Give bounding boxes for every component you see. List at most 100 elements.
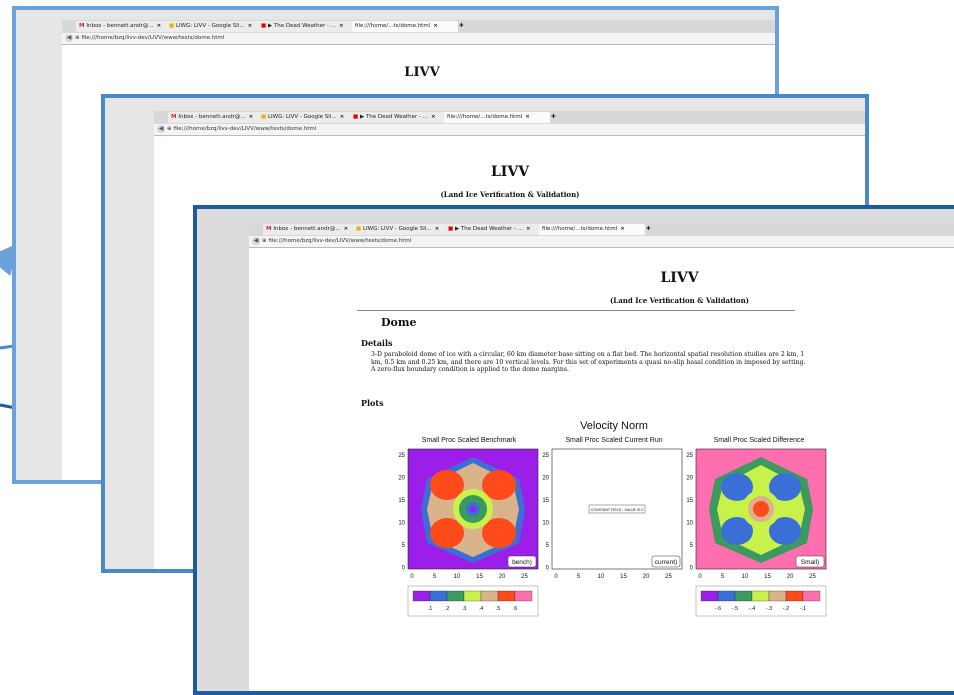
x-tick-label: 10 xyxy=(598,574,605,580)
legend-swatch xyxy=(429,590,448,602)
legend-swatch xyxy=(463,590,482,602)
legend-label: .1 xyxy=(428,606,433,612)
y-tick-label: 25 xyxy=(686,453,693,459)
page-subtitle: (Land Ice Verification & Validation) xyxy=(440,190,580,199)
contour-band xyxy=(753,501,769,517)
panel-label: bench) xyxy=(512,559,532,566)
tab-inbox[interactable]: M Inbox - bennett.andr@... × xyxy=(168,112,260,123)
plots-heading: Plots xyxy=(361,398,384,408)
screenshot-frame-3: M Inbox - bennett.andr@... × ■ LIWG: LIVV… xyxy=(193,205,954,695)
legend-label: -.5 xyxy=(732,606,738,612)
page-title: LIVV xyxy=(404,65,440,80)
figure-title: Velocity Norm xyxy=(580,420,648,432)
slides-icon: ■ xyxy=(169,23,176,29)
back-icon[interactable]: ◀ xyxy=(65,34,73,42)
legend-swatch xyxy=(734,590,753,602)
slides-icon: ■ xyxy=(261,114,268,120)
close-icon[interactable]: × xyxy=(435,226,440,232)
page-title: LIVV xyxy=(490,164,530,180)
legend-label: .3 xyxy=(462,606,467,612)
legend-label: .2 xyxy=(445,606,450,612)
legend-swatch xyxy=(785,590,804,602)
close-icon[interactable]: × xyxy=(249,114,254,120)
close-icon[interactable]: × xyxy=(433,23,438,29)
x-tick-label: 0 xyxy=(698,574,702,580)
close-icon[interactable]: × xyxy=(339,23,344,29)
tab-bar: M Inbox - bennett.andr@... × ■ LIWG: LIVV… xyxy=(62,20,775,33)
new-tab-button[interactable]: ✚ xyxy=(643,224,657,235)
y-tick-label: 20 xyxy=(686,476,693,482)
address-bar[interactable]: ◀ ⊕ file:///home/bzq/livv-dev/LIVV/www/te… xyxy=(62,33,775,45)
page-content: LIVV (Land Ice Verification & Validation… xyxy=(249,248,954,691)
page-title: LIVV xyxy=(660,270,699,286)
tab-youtube[interactable]: ■ ▶ The Dead Weather - ... × xyxy=(445,224,541,235)
back-icon[interactable]: ◀ xyxy=(252,237,260,245)
x-tick-label: 15 xyxy=(764,574,771,580)
new-tab-button[interactable]: ✚ xyxy=(548,112,562,123)
tab-dome[interactable]: file:///home/...ts/dome.html × xyxy=(539,224,645,235)
y-tick-label: 10 xyxy=(542,521,549,527)
tab-inbox[interactable]: M Inbox - bennett.andr@... × xyxy=(263,224,355,235)
tab-youtube[interactable]: ■ ▶ The Dead Weather - ... × xyxy=(350,112,446,123)
x-tick-label: 25 xyxy=(665,574,672,580)
x-tick-label: 10 xyxy=(742,574,749,580)
title-divider xyxy=(357,310,795,311)
y-tick-label: 5 xyxy=(546,543,550,549)
close-icon[interactable]: × xyxy=(526,226,531,232)
panel-label: Small) xyxy=(801,559,819,566)
close-icon[interactable]: × xyxy=(344,226,349,232)
x-tick-label: 5 xyxy=(721,574,725,580)
x-tick-label: 5 xyxy=(577,574,581,580)
x-tick-label: 20 xyxy=(787,574,794,580)
close-icon[interactable]: × xyxy=(340,114,345,120)
back-icon[interactable]: ◀ xyxy=(157,125,165,133)
details-text: 3-D paraboloid dome of ice with a circul… xyxy=(371,351,806,374)
y-tick-label: 10 xyxy=(398,521,405,527)
x-tick-label: 0 xyxy=(554,574,558,580)
legend-swatch xyxy=(480,590,499,602)
contour-plots: bench) 0 5 10 15 20 25 25 20 15 10 5 0 CONSTANT FIELD… xyxy=(398,448,827,617)
tab-slides[interactable]: ■ LIWG: LIVV - Google Sli... × xyxy=(353,224,447,235)
close-icon[interactable]: × xyxy=(248,23,253,29)
legend-label: -.6 xyxy=(715,606,721,612)
contour-band xyxy=(470,506,476,512)
legend-swatch xyxy=(700,590,719,602)
browser-window: M Inbox - bennett.andr@... × ■ LIWG: LIVV… xyxy=(249,223,954,691)
new-tab-button[interactable]: ✚ xyxy=(456,21,470,32)
tab-inbox[interactable]: M Inbox - bennett.andr@... × xyxy=(76,21,168,32)
panel-label: current) xyxy=(655,559,677,566)
tab-slides[interactable]: ■ LIWG: LIVV - Google Sli... × xyxy=(166,21,260,32)
slides-icon: ■ xyxy=(356,226,363,232)
x-tick-label: 25 xyxy=(521,574,528,580)
tab-dome[interactable]: file:///home/...ts/dome.html × xyxy=(444,112,550,123)
y-tick-label: 10 xyxy=(686,521,693,527)
address-bar[interactable]: ◀ ⊕ file:///home/bzq/livv-dev/LIVV/www/te… xyxy=(249,236,954,248)
legend-label: .4 xyxy=(479,606,484,612)
y-tick-label: 5 xyxy=(402,543,406,549)
x-tick-label: 20 xyxy=(643,574,650,580)
x-tick-label: 15 xyxy=(476,574,483,580)
tab-youtube[interactable]: ■ ▶ The Dead Weather - ... × xyxy=(258,21,354,32)
legend-label: -.2 xyxy=(783,606,789,612)
tab-slides[interactable]: ■ LIWG: LIVV - Google Sli... × xyxy=(258,112,352,123)
y-tick-label: 20 xyxy=(542,476,549,482)
y-tick-label: 15 xyxy=(686,498,693,504)
y-tick-label: 15 xyxy=(398,498,405,504)
legend-label: .6 xyxy=(513,606,518,612)
legend-label: -.4 xyxy=(749,606,755,612)
youtube-icon: ■ xyxy=(353,114,360,120)
close-icon[interactable]: × xyxy=(525,114,530,120)
close-icon[interactable]: × xyxy=(157,23,162,29)
youtube-icon: ■ xyxy=(448,226,455,232)
tab-bar: M Inbox - bennett.andr@... × ■ LIWG: LIVV… xyxy=(154,111,865,124)
address-bar[interactable]: ◀ ⊕ file:///home/bzq/livv-dev/LIVV/www/te… xyxy=(154,124,865,136)
close-icon[interactable]: × xyxy=(431,114,436,120)
legend-label: -.1 xyxy=(800,606,806,612)
close-icon[interactable]: × xyxy=(620,226,625,232)
section-title: Dome xyxy=(381,316,417,329)
tab-dome[interactable]: file:///home/...ts/dome.html × xyxy=(352,21,458,32)
y-tick-label: 5 xyxy=(690,543,694,549)
x-tick-label: 0 xyxy=(410,574,414,580)
legend-label: .5 xyxy=(496,606,501,612)
y-tick-label: 0 xyxy=(690,566,694,572)
